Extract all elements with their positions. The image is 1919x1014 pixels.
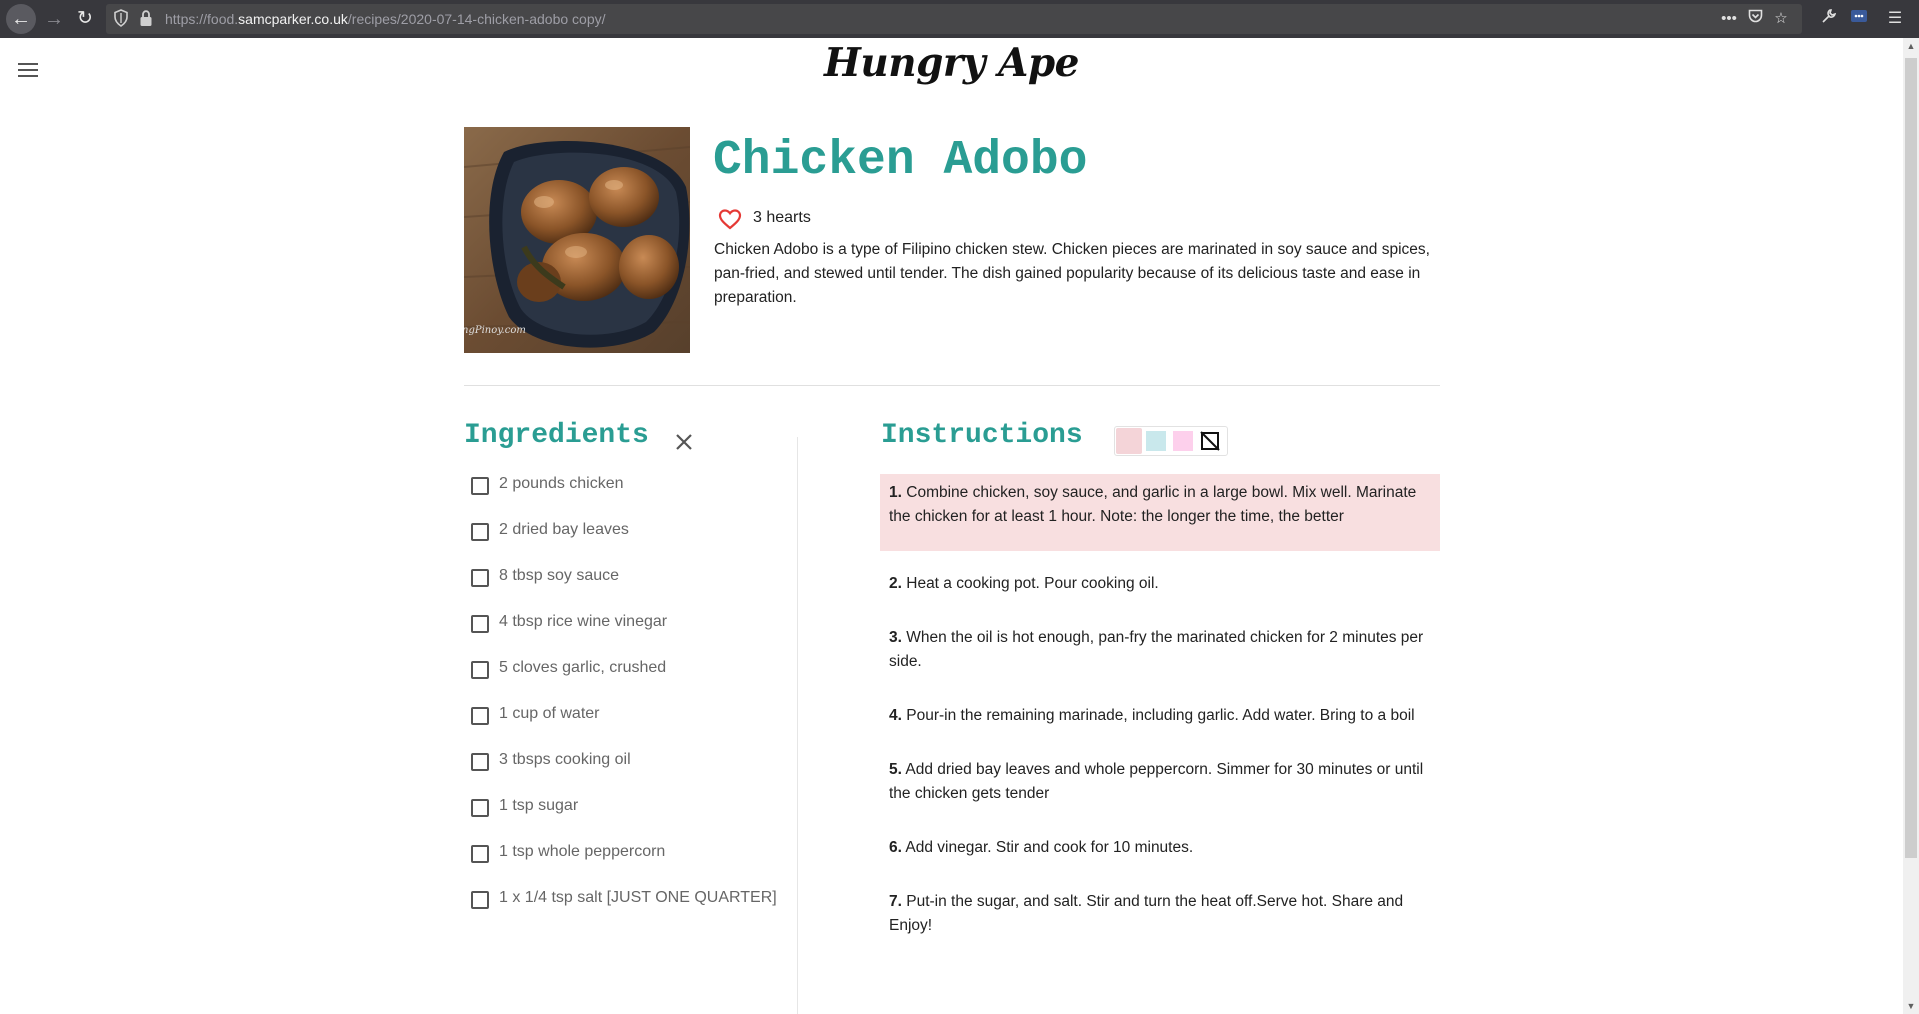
step-text: Pour-in the remaining marinade, includin… (906, 707, 1415, 724)
step-text: Add dried bay leaves and whole peppercor… (889, 761, 1424, 802)
step-text: When the oil is hot enough, pan-fry the … (889, 629, 1424, 670)
ingredient-checkbox[interactable] (471, 477, 489, 495)
step-text: Heat a cooking pot. Pour cooking oil. (906, 575, 1159, 592)
heart-icon[interactable] (718, 208, 742, 230)
ingredient-checkbox[interactable] (471, 891, 489, 909)
highlight-color-pink[interactable] (1116, 428, 1142, 454)
step-number: 6. (889, 839, 902, 856)
ingredient-item[interactable]: 3 tbsps cooking oil (470, 748, 790, 794)
instruction-step[interactable]: 4. Pour-in the remaining marinade, inclu… (880, 697, 1440, 735)
ingredient-checkbox[interactable] (471, 707, 489, 725)
url-prefix: https://food. (165, 11, 239, 27)
page-actions-icon[interactable]: ••• (1716, 8, 1742, 30)
ingredient-label: 8 tbsp soy sauce (499, 567, 620, 584)
step-text: Add vinegar. Stir and cook for 10 minute… (905, 839, 1194, 856)
ingredient-checkbox[interactable] (471, 845, 489, 863)
instruction-step[interactable]: 3. When the oil is hot enough, pan-fry t… (880, 619, 1440, 681)
ingredient-item[interactable]: 5 cloves garlic, crushed (470, 656, 790, 702)
shield-icon[interactable] (113, 9, 129, 27)
scrollbar-thumb[interactable] (1905, 58, 1917, 858)
instruction-step[interactable]: 1. Combine chicken, soy sauce, and garli… (880, 474, 1440, 551)
recipe-title: Chicken Adobo (713, 134, 1088, 188)
reload-icon[interactable]: ↻ (70, 4, 100, 34)
step-number: 3. (889, 629, 902, 646)
ingredient-label: 2 pounds chicken (499, 475, 624, 492)
site-title[interactable]: Hungry Ape (0, 40, 1903, 86)
photo-watermark: ngPinoy.com (464, 325, 526, 336)
ingredient-label: 4 tbsp rice wine vinegar (499, 613, 668, 630)
ingredient-label: 5 cloves garlic, crushed (499, 659, 667, 676)
ingredient-checkbox[interactable] (471, 569, 489, 587)
url-path: /recipes/2020-07-14-chicken-adobo copy/ (347, 11, 606, 27)
recipe-photo: ngPinoy.com (464, 127, 690, 353)
recipe-description: Chicken Adobo is a type of Filipino chic… (714, 241, 1430, 306)
ingredient-checkbox[interactable] (471, 799, 489, 817)
back-arrow-icon[interactable]: ← (6, 4, 36, 34)
step-text: Put-in the sugar, and salt. Stir and tur… (889, 893, 1404, 934)
highlight-color-picker (1114, 426, 1228, 456)
url-actions: ••• ☆ (1716, 8, 1794, 30)
address-bar[interactable]: https://food.samcparker.co.uk/recipes/20… (106, 4, 1802, 34)
browser-toolbar: ← → ↻ https://food.samcparker.co.uk/reci… (0, 0, 1919, 38)
ingredient-label: 1 tsp whole peppercorn (499, 843, 666, 860)
ingredient-checkbox[interactable] (471, 661, 489, 679)
instruction-step[interactable]: 2. Heat a cooking pot. Pour cooking oil. (880, 565, 1440, 603)
ingredient-label: 1 x 1/4 tsp salt [JUST ONE QUARTER] (499, 889, 777, 906)
url-text[interactable]: https://food.samcparker.co.uk/recipes/20… (165, 11, 606, 27)
highlight-color-blue[interactable] (1146, 431, 1166, 451)
close-icon[interactable] (674, 432, 694, 452)
instructions-heading: Instructions (881, 420, 1083, 451)
ingredient-label: 1 tsp sugar (499, 797, 579, 814)
ingredient-checkbox[interactable] (471, 615, 489, 633)
no-color-icon[interactable] (1200, 431, 1220, 451)
url-host: samcparker.co.uk (238, 11, 348, 27)
ingredient-label: 2 dried bay leaves (499, 521, 629, 538)
instruction-step[interactable]: 6. Add vinegar. Stir and cook for 10 min… (880, 829, 1440, 867)
ingredient-item[interactable]: 1 tsp sugar (470, 794, 790, 840)
ingredient-item[interactable]: 1 tsp whole peppercorn (470, 840, 790, 886)
step-number: 7. (889, 893, 902, 910)
extension-icon[interactable] (1848, 8, 1870, 30)
step-number: 5. (889, 761, 902, 778)
scroll-up-arrow-icon[interactable]: ▲ (1903, 38, 1919, 54)
ingredient-label: 1 cup of water (499, 705, 600, 722)
ingredient-item[interactable]: 1 cup of water (470, 702, 790, 748)
ingredient-checkbox[interactable] (471, 523, 489, 541)
column-divider (797, 437, 798, 1014)
ingredient-item[interactable]: 1 x 1/4 tsp salt [JUST ONE QUARTER] (470, 886, 790, 932)
step-number: 4. (889, 707, 902, 724)
step-number: 2. (889, 575, 902, 592)
ingredient-item[interactable]: 8 tbsp soy sauce (470, 564, 790, 610)
page-scrollbar[interactable]: ▲ ▼ (1903, 38, 1919, 1014)
hearts-label: 3 hearts (753, 209, 811, 226)
ingredient-item[interactable]: 2 pounds chicken (470, 472, 790, 518)
instruction-step[interactable]: 7. Put-in the sugar, and salt. Stir and … (880, 883, 1440, 945)
forward-arrow-icon[interactable]: → (39, 4, 69, 34)
step-text: Combine chicken, soy sauce, and garlic i… (889, 484, 1417, 525)
highlight-color-magenta[interactable] (1173, 431, 1193, 451)
scroll-down-arrow-icon[interactable]: ▼ (1903, 998, 1919, 1014)
ingredient-item[interactable]: 4 tbsp rice wine vinegar (470, 610, 790, 656)
bookmark-star-icon[interactable]: ☆ (1768, 8, 1794, 30)
lock-icon[interactable] (139, 10, 153, 27)
ingredients-list: 2 pounds chicken 2 dried bay leaves 8 tbsp… (470, 472, 790, 932)
ingredient-item[interactable]: 2 dried bay leaves (470, 518, 790, 564)
section-divider (464, 385, 1440, 386)
ingredients-heading: Ingredients (464, 420, 649, 451)
pocket-icon[interactable] (1742, 8, 1768, 30)
menu-icon[interactable]: ☰ (1884, 8, 1906, 30)
instruction-step[interactable]: 5. Add dried bay leaves and whole pepper… (880, 751, 1440, 813)
step-number: 1. (889, 484, 902, 501)
instructions-list: 1. Combine chicken, soy sauce, and garli… (880, 474, 1440, 961)
ingredient-checkbox[interactable] (471, 753, 489, 771)
ingredient-label: 3 tbsps cooking oil (499, 751, 631, 768)
wrench-icon[interactable] (1817, 8, 1839, 30)
